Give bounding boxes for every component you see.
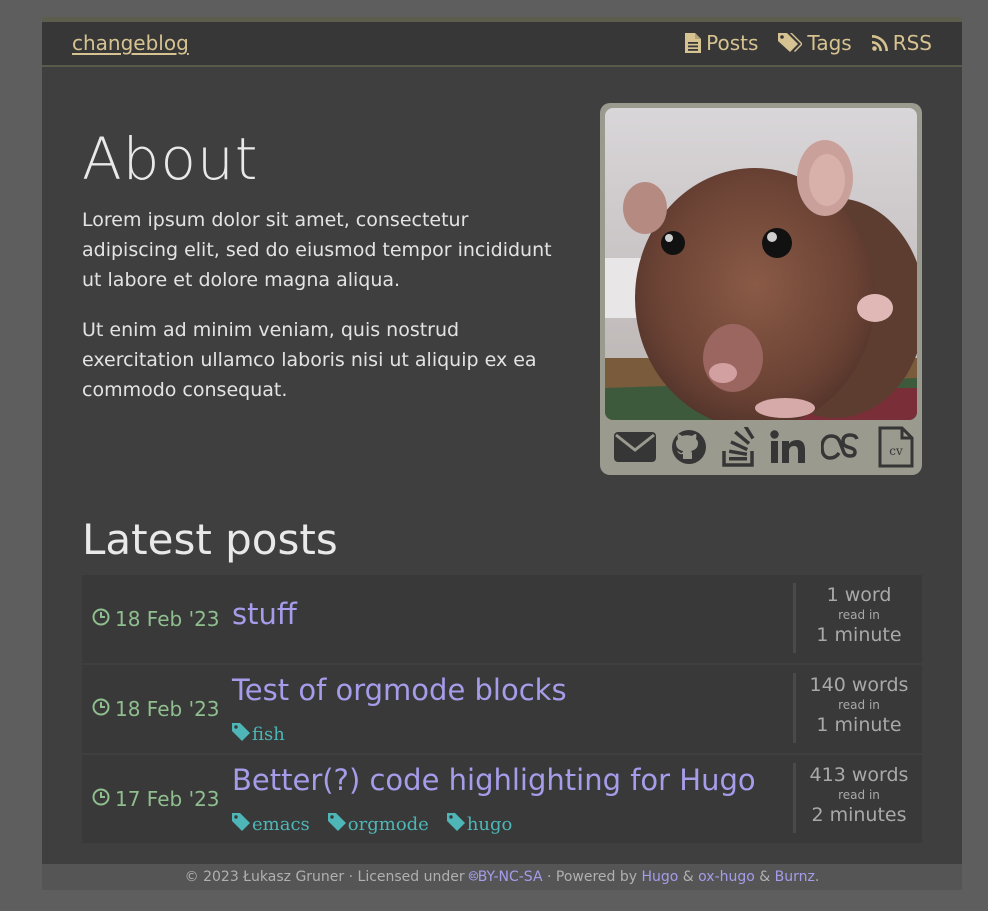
site-header: changeblog Posts Tags RSS [42,22,962,67]
post-title-link[interactable]: Better(?) code highlighting for Hugo [232,763,756,797]
tag-icon [232,723,250,746]
reading-time: 1 minute [816,624,902,646]
envelope-icon[interactable] [614,430,656,468]
word-count: 140 words [809,674,909,696]
footer-amp: & [754,869,775,885]
tag-link[interactable]: orgmode [327,813,429,836]
nav-posts-label: Posts [706,31,759,55]
post-meta: 413 words read in 2 minutes [793,763,922,833]
clock-icon [92,787,110,811]
profile-card: cv [600,103,922,475]
post-meta: 1 word read in 1 minute [793,583,922,653]
nav-rss-label: RSS [892,31,932,55]
creative-commons-icon: 🅭 [469,869,478,885]
post-meta: 140 words read in 1 minute [793,673,922,743]
tags-icon [778,33,803,53]
post-list: 18 Feb '23 stuff 1 word read in 1 minute… [82,575,922,845]
post-date-text: 17 Feb '23 [115,787,220,811]
file-text-icon [685,33,702,53]
nav-posts[interactable]: Posts [685,31,758,55]
read-in-label: read in [838,698,880,712]
post-date: 18 Feb '23 [92,665,220,753]
footer-powered: · Powered by [542,869,642,885]
tag-link[interactable]: fish [232,723,285,746]
stackoverflow-icon[interactable] [721,422,756,471]
post-row: 17 Feb '23 Better(?) code highlighting f… [82,755,922,843]
tag-icon [327,813,346,836]
site-footer: © 2023 Łukasz Gruner · Licensed under 🅭B… [42,864,962,890]
post-date-text: 18 Feb '23 [115,697,220,721]
lastfm-icon[interactable] [820,433,863,465]
tag-link[interactable]: hugo [446,813,513,836]
clock-icon [92,607,110,631]
hugo-link[interactable]: Hugo [641,869,678,885]
about-heading: About [82,125,259,193]
page: changeblog Posts Tags RSS About Lorem ip… [42,17,962,890]
nav-rss[interactable]: RSS [871,31,932,55]
post-date-text: 18 Feb '23 [115,607,220,631]
tag-icon [232,813,250,836]
license-label: BY-NC-SA [477,869,543,885]
burnz-link[interactable]: Burnz [775,869,815,885]
site-title-link[interactable]: changeblog [72,31,189,55]
reading-time: 2 minutes [811,804,907,826]
latest-posts-heading: Latest posts [82,515,338,564]
footer-amp: & [678,869,699,885]
ox-hugo-link[interactable]: ox-hugo [698,869,755,885]
clock-icon [92,697,110,721]
profile-photo-rat [605,108,917,420]
tag-icon [446,813,465,836]
post-date: 17 Feb '23 [92,755,220,843]
post-tags: fish [232,723,285,746]
nav-tags-label: Tags [807,31,852,55]
word-count: 1 word [826,584,892,606]
tag-label: hugo [466,814,513,835]
about-paragraph-2: Ut enim ad minim veniam, quis nostrud ex… [82,319,537,401]
post-row: 18 Feb '23 stuff 1 word read in 1 minute [82,575,922,663]
read-in-label: read in [838,608,880,622]
post-date: 18 Feb '23 [92,575,220,663]
about-paragraph-1: Lorem ipsum dolor sit amet, consectetur … [82,209,552,291]
tag-link[interactable]: emacs [232,813,310,836]
reading-time: 1 minute [816,714,902,736]
nav-tags[interactable]: Tags [778,31,852,55]
svg-text:cv: cv [889,444,903,458]
footer-end: . [814,869,820,885]
footer-copyright: © 2023 Łukasz Gruner · Licensed under [184,869,470,885]
rss-icon [871,35,888,51]
post-tags: emacs orgmode hugo [232,813,512,836]
tag-label: fish [252,724,285,745]
main-nav: Posts Tags RSS [685,31,932,55]
post-row: 18 Feb '23 Test of orgmode blocks fish 1… [82,665,922,753]
linkedin-icon[interactable] [770,430,806,468]
read-in-label: read in [838,788,880,802]
github-icon[interactable] [671,429,707,469]
post-title-link[interactable]: stuff [232,597,297,631]
social-links: cv [614,422,914,472]
license-link[interactable]: 🅭BY-NC-SA [469,869,542,885]
post-title-link[interactable]: Test of orgmode blocks [232,673,567,707]
cv-icon[interactable]: cv [878,426,914,472]
tag-label: emacs [252,814,310,835]
tag-label: orgmode [347,814,429,835]
word-count: 413 words [809,764,909,786]
